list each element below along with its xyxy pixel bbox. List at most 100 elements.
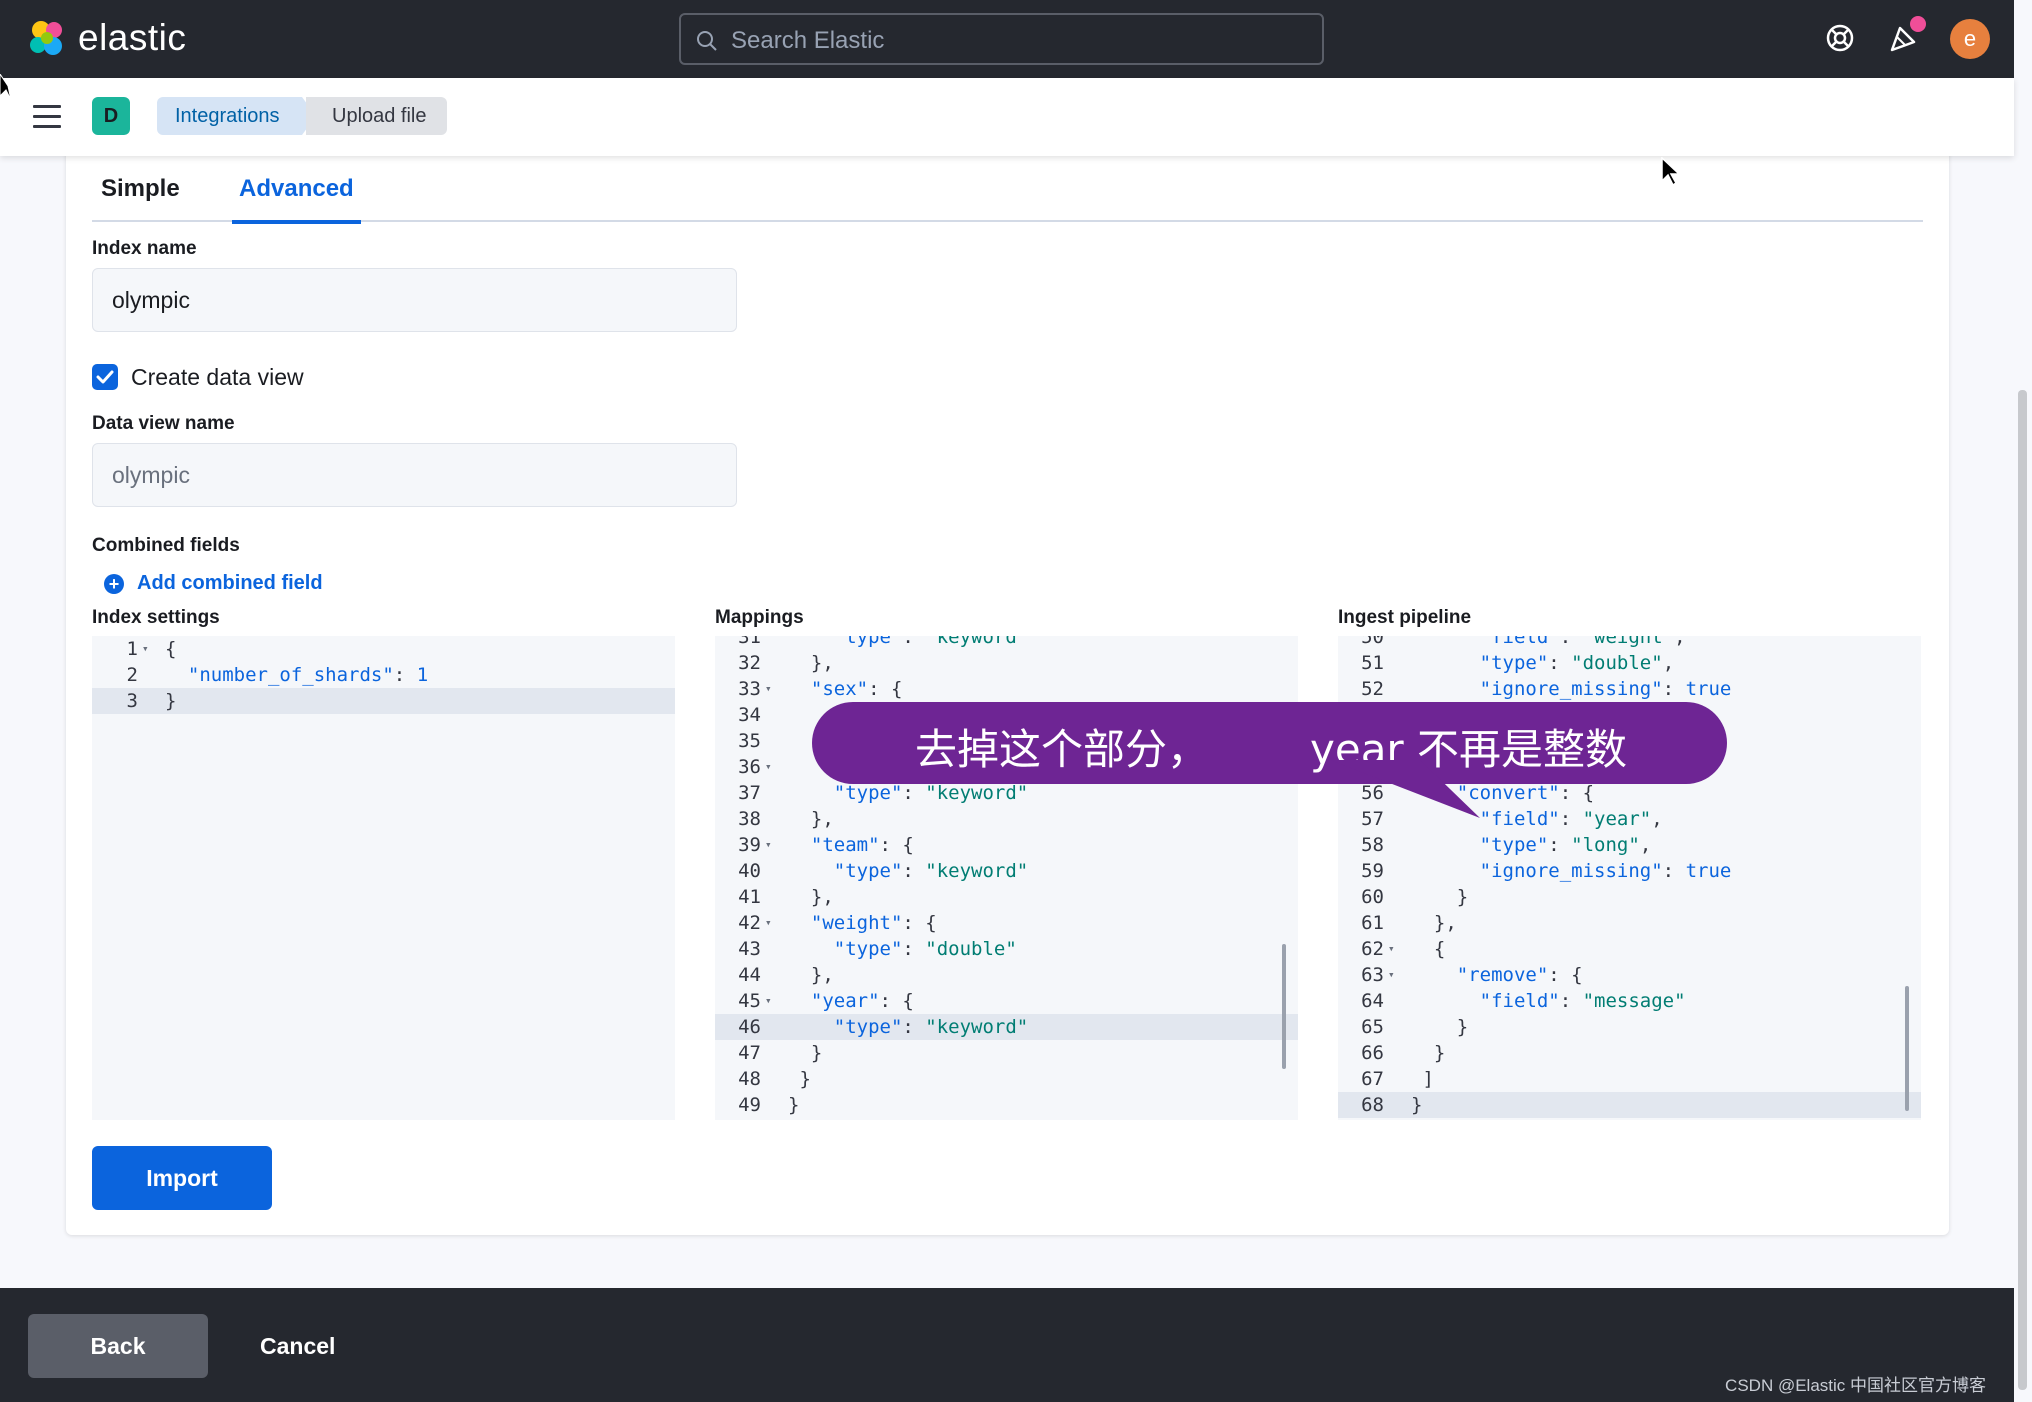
data-view-name-label: Data view name (92, 413, 235, 434)
search-input[interactable]: Search Elastic (679, 13, 1324, 65)
import-button[interactable]: Import (92, 1146, 272, 1210)
data-view-name-input[interactable]: olympic (92, 443, 737, 507)
line-number: 41 (738, 886, 761, 908)
fold-arrow-icon[interactable]: ▾ (1388, 962, 1402, 988)
search-placeholder: Search Elastic (731, 27, 885, 54)
code-line: "number_of_shards": 1 (187, 664, 429, 686)
check-icon (96, 370, 114, 384)
code-line: "type": "double", (1479, 652, 1675, 674)
index-settings-editor[interactable]: 1 ▾ {2 "number_of_shards": 1 3} (92, 636, 675, 1120)
line-number: 60 (1361, 886, 1384, 908)
callout-tail (1330, 760, 1480, 818)
line-number: 61 (1361, 912, 1384, 934)
line-number: 34 (738, 704, 761, 726)
mouse-cursor-icon (1661, 157, 1681, 187)
code-line: "field": "weight", (1479, 636, 1686, 648)
line-number: 59 (1361, 860, 1384, 882)
add-combined-field-button[interactable]: + Add combined field (104, 572, 323, 595)
code-line: } (1411, 886, 1469, 908)
plus-circle-icon: + (104, 573, 124, 594)
notification-dot (1910, 16, 1926, 32)
code-line: "ignore_missing": true (1479, 860, 1732, 882)
code-line: } (1411, 1042, 1446, 1064)
code-line: }, (1411, 912, 1457, 934)
space-avatar[interactable]: D (92, 97, 130, 135)
line-number: 32 (738, 652, 761, 674)
add-combined-field-label: Add combined field (137, 572, 323, 594)
code-line: "type": "keyword" (833, 860, 1029, 882)
line-number: 35 (738, 730, 761, 752)
line-number: 38 (738, 808, 761, 830)
code-line: }, (788, 808, 834, 830)
line-number: 44 (738, 964, 761, 986)
line-number: 42 (738, 912, 761, 934)
brand-name[interactable]: elastic (78, 17, 186, 59)
code-line: } (1411, 1016, 1469, 1038)
line-number: 43 (738, 938, 761, 960)
index-name-label: Index name (92, 238, 197, 259)
active-line-highlight (1338, 1092, 1921, 1118)
code-line: } (165, 690, 177, 712)
line-number: 33 (738, 678, 761, 700)
tab-advanced[interactable]: Advanced (232, 168, 361, 224)
help-icon[interactable] (1824, 22, 1856, 54)
bottom-bar: Back Cancel CSDN @Elastic 中国社区官方博客 (0, 1288, 2014, 1402)
line-number: 1 (126, 638, 138, 660)
elastic-logo-icon[interactable] (26, 18, 68, 60)
fold-arrow-icon[interactable]: ▾ (142, 636, 156, 662)
editor-scrollbar[interactable] (1905, 986, 1909, 1111)
import-panel: Simple Advanced Index name olympic Creat… (66, 150, 1949, 1235)
code-line: "type": "long", (1479, 834, 1652, 856)
line-number: 49 (738, 1094, 761, 1116)
code-line: ] (1411, 1068, 1434, 1090)
line-number: 65 (1361, 1016, 1384, 1038)
code-line: } (788, 1094, 800, 1116)
cancel-button[interactable]: Cancel (250, 1314, 345, 1378)
user-avatar[interactable]: e (1950, 19, 1990, 59)
code-line: "weight": { (810, 912, 937, 934)
page-scrollbar[interactable] (2018, 390, 2027, 1390)
fold-arrow-icon[interactable]: ▾ (1388, 936, 1402, 962)
line-number: 31 (738, 636, 761, 648)
fold-arrow-icon[interactable]: ▾ (765, 832, 779, 858)
tab-list: Simple Advanced (92, 168, 1923, 224)
menu-icon[interactable] (33, 105, 61, 129)
fold-arrow-icon[interactable]: ▾ (765, 988, 779, 1014)
mappings-label: Mappings (715, 607, 804, 628)
breadcrumb-integrations[interactable]: Integrations (157, 97, 315, 135)
line-number: 64 (1361, 990, 1384, 1012)
active-line-highlight (92, 688, 675, 714)
back-button[interactable]: Back (28, 1314, 208, 1378)
code-line: "type": "keyword" (833, 1016, 1029, 1038)
line-number: 68 (1361, 1094, 1384, 1116)
code-line: } (788, 1042, 823, 1064)
create-data-view-label[interactable]: Create data view (131, 364, 304, 391)
watermark: CSDN @Elastic 中国社区官方博客 (1725, 1376, 1986, 1395)
line-number: 36 (738, 756, 761, 778)
search-icon (697, 31, 717, 51)
annotation-callout: 去掉这个部分， year 不再是整数 (812, 702, 1727, 784)
breadcrumb-upload-file: Upload file (306, 97, 447, 135)
line-number: 3 (126, 690, 138, 712)
code-line: "team": { (810, 834, 914, 856)
line-number: 62 (1361, 938, 1384, 960)
code-line: }, (788, 652, 834, 674)
fold-arrow-icon[interactable]: ▾ (765, 910, 779, 936)
line-number: 58 (1361, 834, 1384, 856)
line-number: 39 (738, 834, 761, 856)
create-data-view-checkbox[interactable] (92, 364, 118, 390)
code-line: "ignore_missing": true (1479, 678, 1732, 700)
line-number: 67 (1361, 1068, 1384, 1090)
line-number: 48 (738, 1068, 761, 1090)
code-line: "remove": { (1456, 964, 1583, 986)
code-line: }, (788, 886, 834, 908)
tab-simple[interactable]: Simple (94, 168, 187, 220)
index-name-input[interactable]: olympic (92, 268, 737, 332)
fold-arrow-icon[interactable]: ▾ (765, 676, 779, 702)
code-line: } (1411, 1094, 1423, 1116)
code-line: } (788, 1068, 811, 1090)
fold-arrow-icon[interactable]: ▾ (765, 754, 779, 780)
code-line: "type": "keyword" (833, 636, 1029, 648)
editor-scrollbar[interactable] (1282, 944, 1286, 1069)
mouse-cursor-icon (0, 74, 12, 101)
